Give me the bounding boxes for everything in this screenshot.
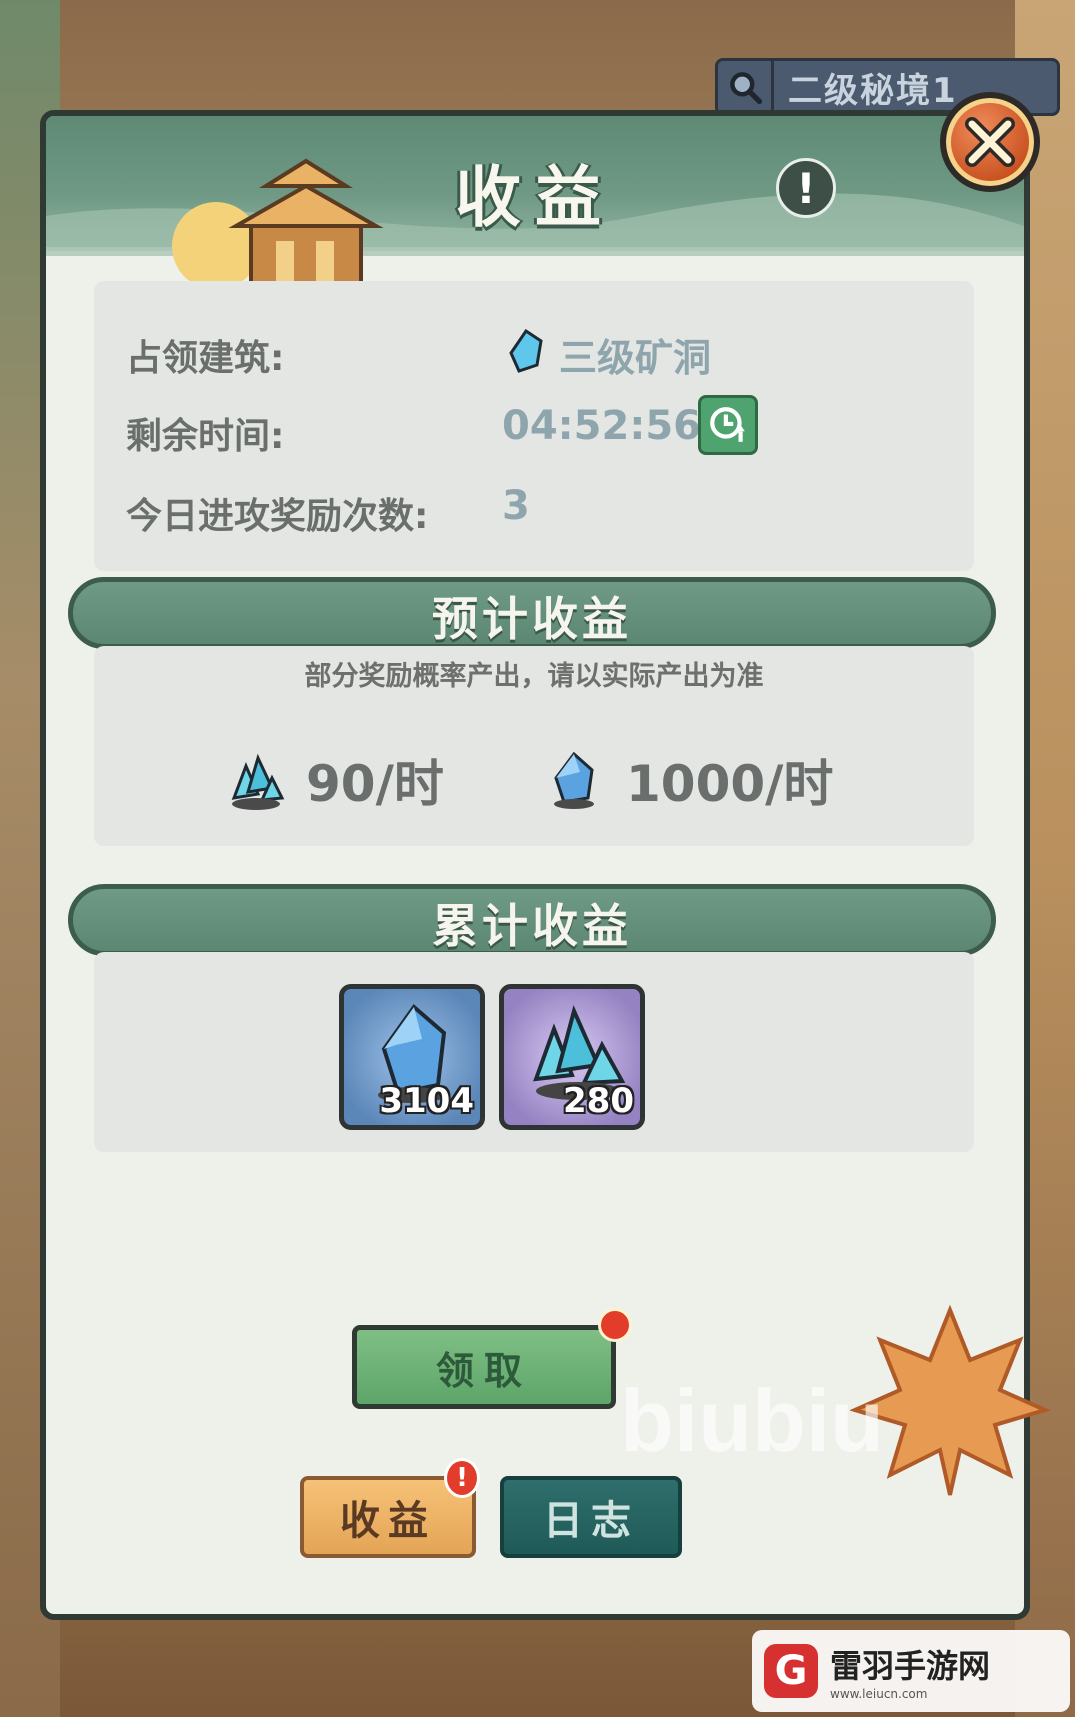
crystal-gem-icon — [554, 751, 594, 809]
attack-reward-label: 今日进攻奖励次数: — [126, 496, 429, 537]
building-value: 三级矿洞 — [559, 336, 712, 380]
probability-note: 部分奖励概率产出，请以实际产出为准 — [304, 661, 764, 692]
close-button[interactable] — [940, 92, 1040, 192]
crystal-cluster-icon — [231, 753, 285, 810]
tab-income-badge: ! — [444, 1458, 480, 1498]
remaining-time-value: 04:52:56 — [502, 403, 701, 449]
search-text: 二级秘境1 — [788, 70, 958, 111]
site-logo: G 雷羽手游网 www.leiucn.com — [752, 1630, 1070, 1712]
occupation-info-card: 占领建筑: 三级矿洞 剩余时间: 04:52:56 今日进攻奖励次数: 3 — [94, 281, 974, 571]
search-icon[interactable] — [718, 61, 774, 113]
tab-log[interactable]: 日志 — [500, 1476, 682, 1558]
accumulated-income-title: 累计收益 — [432, 899, 632, 953]
claim-button[interactable]: 领取 — [352, 1325, 616, 1409]
reward-cluster-count: 280 — [563, 1081, 634, 1121]
remaining-time-label: 剩余时间: — [126, 416, 285, 457]
rate-gem-value: 1000/时 — [626, 755, 834, 813]
crystal-gem-icon — [509, 329, 543, 373]
speedup-clock-button[interactable] — [698, 395, 758, 455]
rate-cluster-value: 90/时 — [306, 755, 444, 813]
close-icon — [965, 117, 1015, 167]
site-name: 雷羽手游网 — [830, 1647, 991, 1685]
expected-income-title: 预计收益 — [432, 592, 632, 646]
building-label: 占领建筑: — [126, 338, 285, 379]
reward-item-cluster[interactable]: 280 — [499, 984, 645, 1130]
info-icon[interactable]: ! — [776, 158, 836, 218]
panel-title: 收益 — [455, 159, 615, 236]
rate-gem: 1000/时 — [544, 744, 833, 816]
watermark-text: biubiu — [620, 1371, 884, 1470]
reward-item-gem[interactable]: 3104 — [339, 984, 485, 1130]
rate-cluster: 90/时 — [224, 744, 444, 816]
reward-gem-count: 3104 — [379, 1081, 474, 1121]
site-url: www.leiucn.com — [830, 1687, 928, 1701]
claim-notification-dot — [598, 1308, 632, 1342]
site-logo-icon: G — [764, 1644, 818, 1698]
expected-income-card: 部分奖励概率产出，请以实际产出为准 90/时 1000/时 — [94, 646, 974, 846]
clock-icon — [710, 407, 745, 442]
attack-reward-value: 3 — [502, 483, 530, 529]
accumulated-income-card: 3104 280 — [94, 952, 974, 1152]
